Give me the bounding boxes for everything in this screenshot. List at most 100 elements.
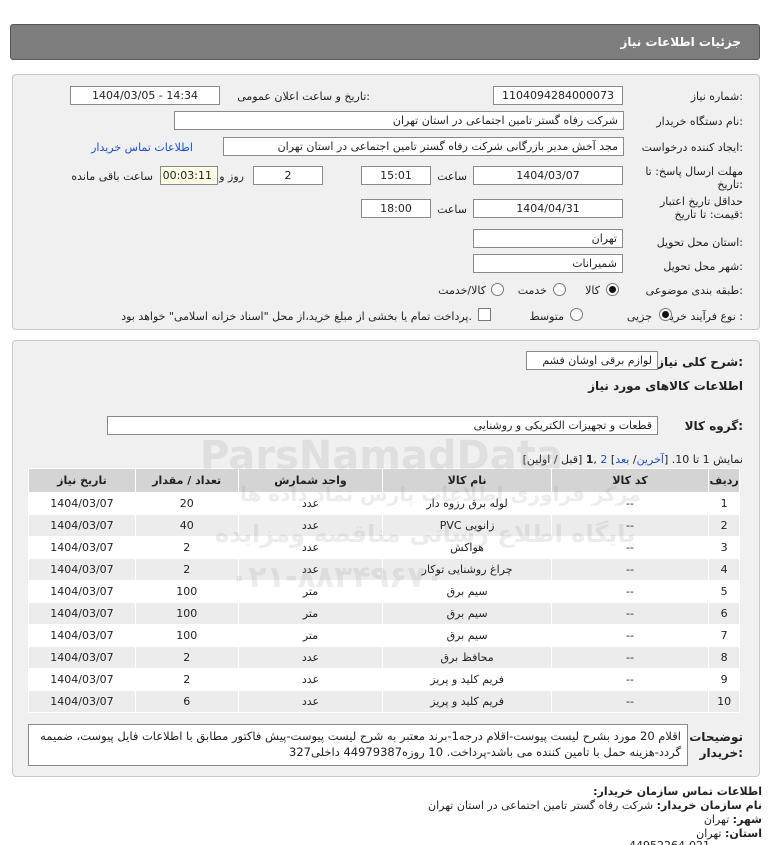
pagination-last-link[interactable]: آخرین [637,453,664,466]
row-number-cell: 7 [708,624,740,647]
quantity-cell: 2 [134,536,239,559]
buyer-org-field: شرکت رفاه گستر تامین اجتماعی در استان ته… [174,111,624,130]
unit-cell: عدد [237,646,384,669]
goods-name-cell: محافظ برق [382,646,552,669]
col-code-header: کد کالا [550,468,710,493]
page-header: جزئیات اطلاعات نیاز [10,24,760,60]
quantity-cell: 6 [134,690,239,713]
pagination-next-link[interactable]: بعد [615,453,629,466]
table-row: 1 -- لوله برق رزوه دار عدد 20 1404/03/07 [28,492,740,515]
remaining-time-label: ساعت باقی مانده [71,170,153,183]
remaining-time-field: 00:03:11 [160,166,218,185]
goods-name-cell: فریم کلید و پریز [382,668,552,691]
process-medium-radio[interactable] [570,308,583,321]
goods-name-cell: هواکش [382,536,552,559]
category-goods-label: کالا [585,284,600,297]
group-field: قطعات و تجهیزات الکتریکی و روشنایی [107,416,658,435]
goods-name-cell: لوله برق رزوه دار [382,492,552,515]
row-number-cell: 2 [708,514,740,537]
treasury-payment-label: پرداخت تمام یا بخشی از مبلغ خرید،از محل … [121,310,472,323]
unit-cell: عدد [237,492,384,515]
need-date-cell: 1404/03/07 [28,558,136,581]
category-goods-radio[interactable] [606,283,619,296]
unit-cell: متر [237,602,384,625]
col-row-header: ردیف [708,468,740,493]
table-row: 3 -- هواکش عدد 2 1404/03/07 [28,536,740,559]
treasury-payment-checkbox[interactable] [478,308,491,321]
goods-code-cell: -- [550,602,710,625]
category-service-label: خدمت [517,284,547,297]
pagination: نمایش 1 تا 10. [آخرین/ بعد] 2 ,1 [قبل / … [522,453,743,466]
unit-cell: متر [237,580,384,603]
table-header-row: ردیف کد کالا نام کالا واحد شمارش تعداد /… [28,468,740,493]
quantity-cell: 100 [134,624,239,647]
buyer-notes-label-2: خریدار: [699,746,743,760]
category-service-radio[interactable] [553,283,566,296]
row-number-cell: 9 [708,668,740,691]
need-date-cell: 1404/03/07 [28,602,136,625]
contact-province-label: استان: [725,827,762,840]
need-date-cell: 1404/03/07 [28,580,136,603]
category-label: طبقه بندی موضوعی: [645,284,743,297]
validity-label-1: حداقل تاریخ اعتبار [659,195,743,208]
goods-code-cell: -- [550,668,710,691]
validity-time-label: ساعت [437,203,467,216]
category-goods-service-radio[interactable] [491,283,504,296]
row-number-cell: 1 [708,492,740,515]
requester-label: ایجاد کننده درخواست: [641,141,743,154]
deadline-date-field: 1404/03/07 [473,166,623,185]
goods-name-cell: سیم برق [382,580,552,603]
unit-cell: عدد [237,536,384,559]
goods-name-cell: فریم کلید و پریز [382,690,552,713]
announce-label: تاریخ و ساعت اعلان عمومی: [237,90,370,103]
contact-org-label: نام سازمان خریدار: [656,799,762,812]
row-number-cell: 4 [708,558,740,581]
category-goods-service-label: کالا/خدمت [438,284,486,297]
quantity-cell: 2 [134,668,239,691]
days-label: روز و [219,170,244,183]
pagination-prev-first: [قبل / اولین] [522,453,583,466]
contact-org-value: شرکت رفاه گستر تامین اجتماعی در استان ته… [428,799,654,812]
quantity-cell: 2 [134,646,239,669]
goods-name-cell: چراغ روشنایی توکار [382,558,552,581]
validity-label-2: قیمت: تا تاریخ: [674,208,743,221]
summary-field: لوازم برقی اوشان فشم [526,351,658,370]
table-row: 5 -- سیم برق متر 100 1404/03/07 [28,580,740,603]
buyer-org-label: نام دستگاه خریدار: [656,115,743,128]
deadline-time-field: 15:01 [361,166,431,185]
province-field: تهران [473,229,623,248]
goods-code-cell: -- [550,492,710,515]
process-minor-label: جزیی [626,310,652,323]
goods-code-cell: -- [550,690,710,713]
contact-city-value: تهران [703,813,730,826]
goods-name-cell: سیم برق [382,624,552,647]
row-number-cell: 8 [708,646,740,669]
quantity-cell: 20 [134,492,239,515]
goods-code-cell: -- [550,514,710,537]
contact-city-line: شهر: تهران [704,813,762,826]
table-row: 9 -- فریم کلید و پریز عدد 2 1404/03/07 [28,668,740,691]
row-number-cell: 3 [708,536,740,559]
contact-phone-value: 44952264-021 [629,839,710,845]
pagination-summary: نمایش 1 تا 10. [671,453,743,466]
city-field: شمیرانات [473,254,623,273]
table-row: 2 -- زانویی PVC عدد 40 1404/03/07 [28,514,740,537]
row-number-cell: 10 [708,690,740,713]
process-label: نوع فرآیند خرید : [665,310,743,323]
announce-field: 1404/03/05 - 14:34 [70,86,220,105]
process-minor-radio[interactable] [659,308,672,321]
need-date-cell: 1404/03/07 [28,492,136,515]
row-number-cell: 5 [708,580,740,603]
need-date-cell: 1404/03/07 [28,514,136,537]
buyer-notes-label-1: توضیحات [689,730,743,744]
validity-time-field: 18:00 [361,199,431,218]
buyer-notes-text: اقلام 20 مورد بشرح لیست پیوست-اقلام درجه… [28,724,688,766]
unit-cell: عدد [237,668,384,691]
requester-field: مجد آخش مدیر بازرگانی شرکت رفاه گستر تام… [223,137,624,156]
goods-code-cell: -- [550,646,710,669]
goods-code-cell: -- [550,558,710,581]
buyer-contact-link[interactable]: اطلاعات تماس خریدار [91,141,193,154]
table-row: 10 -- فریم کلید و پریز عدد 6 1404/03/07 [28,690,740,713]
row-number-cell: 6 [708,602,740,625]
quantity-cell: 100 [134,602,239,625]
